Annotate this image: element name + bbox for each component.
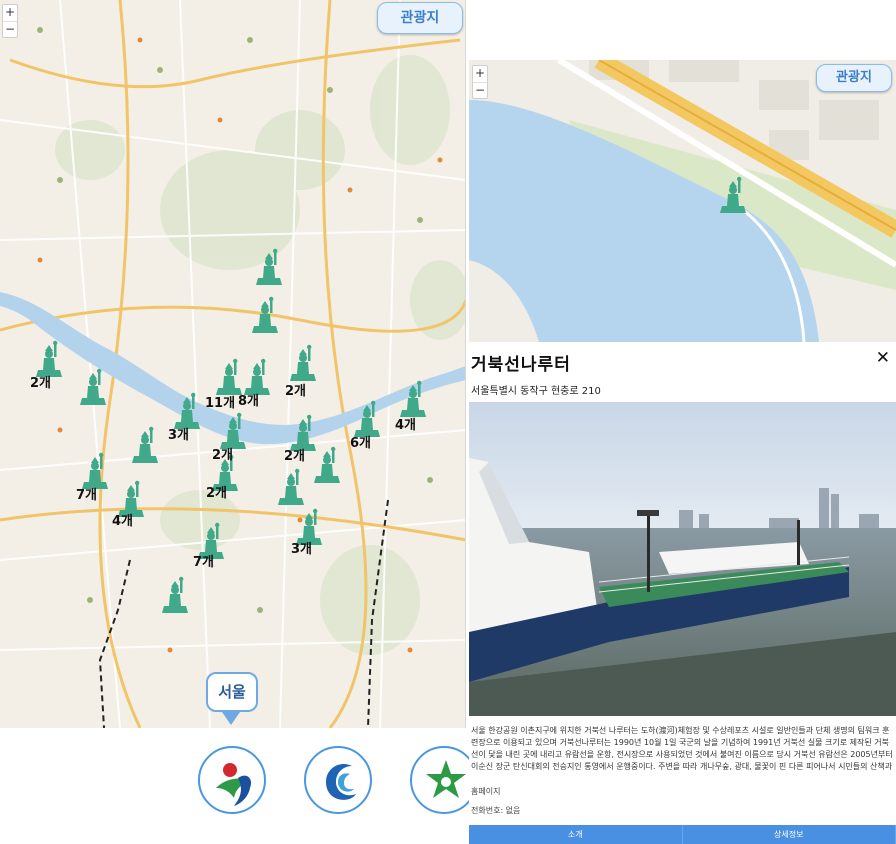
- mini-tour-spot-button[interactable]: 관광지: [816, 64, 892, 92]
- green-leaf-logo-icon[interactable]: [410, 746, 478, 814]
- tour-spot-marker-icon[interactable]: [248, 296, 282, 334]
- close-icon[interactable]: ✕: [876, 348, 890, 368]
- cluster-count[interactable]: 7개: [76, 484, 97, 503]
- detail-panel: + − 관광지 거북선나루터 ✕ 서울특별시 동작구 현충로 210 서울 한강…: [469, 60, 896, 844]
- cluster-count[interactable]: 8개: [238, 390, 259, 409]
- place-photo: [469, 402, 896, 716]
- tour-spot-marker-icon[interactable]: [286, 344, 320, 382]
- tour-spot-marker-icon[interactable]: [274, 468, 308, 506]
- cluster-count[interactable]: 4개: [395, 414, 416, 433]
- tour-spot-marker-icon[interactable]: [76, 368, 110, 406]
- tour-spot-marker-icon[interactable]: [252, 248, 286, 286]
- place-title: 거북선나루터: [471, 355, 571, 375]
- cluster-count[interactable]: 2개: [212, 444, 233, 463]
- region-label-seoul[interactable]: 서울: [206, 672, 258, 712]
- tour-spot-marker-icon[interactable]: [310, 446, 344, 484]
- cluster-count[interactable]: 2개: [30, 372, 51, 391]
- tab-details[interactable]: 상세정보: [682, 825, 896, 844]
- cluster-count[interactable]: 2개: [206, 482, 227, 501]
- detail-tabs: 소개 상세정보: [469, 825, 896, 844]
- region-label-pointer: [222, 712, 240, 725]
- seoul-tour-map[interactable]: + − 관광지 2개 11개 8개 2개 3개 4개 2개 6개 2개 7개 2…: [0, 0, 466, 728]
- app-frame: + − 관광지 2개 11개 8개 2개 3개 4개 2개 6개 2개 7개 2…: [0, 0, 896, 844]
- mini-map-zoom-control: + −: [472, 65, 488, 99]
- place-description: 서울 한강공원 이촌지구에 위치한 거북선 나루터는 도하(渡河)체험장 및 수…: [471, 726, 893, 771]
- tour-spot-button[interactable]: 관광지: [377, 2, 463, 34]
- tour-spot-marker-icon[interactable]: [396, 380, 430, 418]
- mini-zoom-out-button[interactable]: −: [473, 82, 487, 98]
- homepage-label[interactable]: 홈페이지: [471, 786, 500, 797]
- map-zoom-control: + −: [2, 4, 18, 38]
- cluster-count[interactable]: 11개: [205, 392, 235, 411]
- cluster-count[interactable]: 3개: [291, 538, 312, 557]
- tour-spot-marker-icon[interactable]: [158, 576, 192, 614]
- blue-swirl-logo-icon[interactable]: [304, 746, 372, 814]
- cluster-count[interactable]: 2개: [284, 445, 305, 464]
- phone-label: 전화번호: 없음: [471, 806, 521, 815]
- tour-spot-marker-icon[interactable]: [128, 426, 162, 464]
- zoom-out-button[interactable]: −: [3, 21, 17, 37]
- zoom-in-button[interactable]: +: [3, 5, 17, 21]
- tab-intro[interactable]: 소개: [469, 825, 683, 844]
- location-marker-icon[interactable]: [716, 176, 750, 214]
- cluster-count[interactable]: 7개: [193, 551, 214, 570]
- mini-map-base: [469, 60, 896, 342]
- cluster-count[interactable]: 2개: [285, 380, 306, 399]
- mini-zoom-in-button[interactable]: +: [473, 66, 487, 82]
- cluster-count[interactable]: 6개: [350, 432, 371, 451]
- seoul-logo-icon[interactable]: [198, 746, 266, 814]
- cluster-count[interactable]: 4개: [112, 510, 133, 529]
- detail-mini-map[interactable]: + − 관광지: [469, 60, 896, 342]
- place-address: 서울특별시 동작구 현충로 210: [471, 386, 601, 397]
- cluster-count[interactable]: 3개: [168, 424, 189, 443]
